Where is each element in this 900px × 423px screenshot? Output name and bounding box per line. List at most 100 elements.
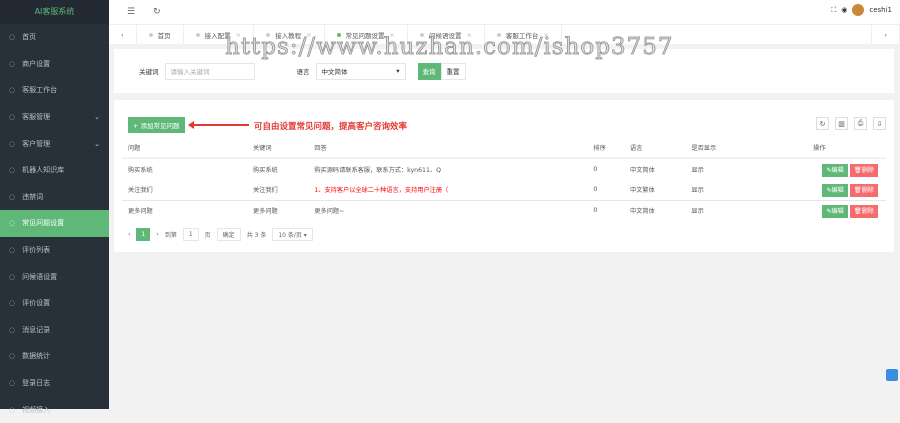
sidebar-item[interactable]: ◌ 视频接入 (0, 396, 109, 423)
edit-button[interactable]: ✎编辑 (822, 205, 848, 219)
cell-sort: 0 (587, 179, 625, 201)
tab-dot (195, 32, 200, 37)
tab[interactable]: 首页 (137, 25, 184, 44)
keyword-label: 关键词 (139, 68, 159, 76)
globe-icon[interactable]: ◉ (841, 6, 847, 14)
sidebar-item[interactable]: ◌ 常见问题设置 (0, 210, 109, 237)
app-logo: AI客服系统 (0, 0, 109, 24)
column-header: 语言 (624, 138, 686, 159)
sidebar-item[interactable]: ◌ 评价设置 (0, 290, 109, 317)
tab-dot (419, 32, 424, 37)
language-label: 语言 (296, 68, 310, 76)
record-icon: ◌ (9, 325, 16, 334)
sidebar-item[interactable]: ◌ 登录日志 (0, 370, 109, 397)
sidebar-item-label: 评价设置 (22, 299, 51, 308)
tab[interactable]: 接入配置 × (184, 25, 255, 44)
tab[interactable]: 问候语设置 × (408, 25, 485, 44)
shield-icon: ◌ (9, 192, 16, 201)
tab-label: 接入配置 (204, 31, 231, 40)
goto-input[interactable]: 1 (182, 228, 199, 241)
user-icon: ◌ (9, 113, 16, 122)
print-icon[interactable]: ⎙ (854, 117, 867, 130)
sidebar-item[interactable]: ◌ 机器人知识库 (0, 157, 109, 184)
tab-dot (148, 32, 153, 37)
keyword-input[interactable]: 请输入关键词 (164, 62, 255, 80)
tab-dot (336, 32, 341, 37)
close-icon[interactable]: × (543, 31, 548, 39)
column-header: 回答 (308, 138, 588, 159)
cell-answer: 1、支持客户以全球二十种语言，支持用户注册（ (308, 179, 588, 201)
star-icon: ◌ (9, 299, 16, 308)
columns-icon[interactable]: ▥ (835, 117, 848, 130)
language-select[interactable]: 中文简体 ▾ (315, 62, 406, 80)
cell-answer: 更多问题~ (314, 208, 345, 216)
prev-page[interactable]: ‹ (128, 231, 130, 238)
edit-button[interactable]: ✎编辑 (822, 163, 848, 177)
sidebar-item[interactable]: ◌ 商户设置 (0, 51, 109, 78)
close-icon[interactable]: × (306, 31, 311, 39)
tab-label: 问候语设置 (428, 31, 462, 40)
tab-prev[interactable]: ‹ (109, 25, 137, 44)
gear-icon: ◌ (9, 59, 16, 68)
cell-question: 更多问题 (128, 208, 153, 216)
tab[interactable]: 常见问题设置 × (325, 25, 408, 44)
sidebar-item-label: 商户设置 (22, 59, 51, 68)
question-icon: ◌ (9, 219, 16, 228)
reset-button[interactable]: 重置 (440, 62, 466, 80)
sidebar-item[interactable]: ◌ 数据统计 (0, 343, 109, 370)
cell-visible: 显示 (691, 208, 704, 216)
refresh-icon[interactable]: ↻ (816, 117, 829, 130)
close-icon[interactable]: × (390, 31, 395, 39)
cell-actions: ✎编辑 🗑删除 (747, 158, 886, 179)
fullscreen-icon[interactable]: ⛶ (831, 6, 836, 15)
sidebar-item[interactable]: ◌ 消息记录 (0, 317, 109, 344)
delete-button[interactable]: 🗑删除 (849, 205, 878, 219)
tab[interactable]: 客服工作台 × (485, 25, 562, 44)
home-icon: ◌ (9, 33, 16, 42)
refresh-icon[interactable]: ↻ (153, 7, 161, 17)
sidebar-item[interactable]: ◌ 评价列表 (0, 237, 109, 264)
tab[interactable]: 接入教程 × (254, 25, 325, 44)
column-header: 操作 (746, 138, 886, 159)
column-header: 问题 (122, 138, 247, 159)
export-icon[interactable]: ⇩ (873, 117, 886, 130)
sidebar-item[interactable]: ◌ 问候语设置 (0, 263, 109, 290)
users-icon: ◌ (9, 139, 16, 148)
gear-icon: ◌ (9, 86, 16, 95)
cell-question: 关注我们 (122, 179, 247, 201)
search-button[interactable]: 查询 (417, 62, 441, 80)
chart-icon: ◌ (9, 352, 16, 361)
sidebar-item[interactable]: ◌ 首页 (0, 24, 109, 51)
edit-button[interactable]: ✎编辑 (822, 183, 848, 197)
annotation-note: 可自由设置常见问题，提高客户咨询效率 (254, 122, 408, 132)
message-icon: ◌ (9, 272, 16, 281)
user-menu[interactable]: ⛶ ◉ ceshi1 (831, 4, 892, 16)
goto-label: 到第 (164, 232, 177, 239)
menu-toggle-icon[interactable]: ☰ (127, 7, 135, 17)
page-size-select[interactable]: 10 条/页 ▾ (272, 228, 313, 241)
cell-language: 中文繁体 (624, 179, 686, 201)
sidebar: AI客服系统 ◌ 首页 ◌ 商户设置 ◌ 客服工作台 ◌ 客服管理 ⌄ ◌ 客户管理 ⌄ ◌ 机器人知识库… (0, 0, 109, 414)
username: ceshi1 (869, 6, 892, 14)
delete-button[interactable]: 🗑删除 (849, 163, 878, 177)
thumb-icon: ◌ (9, 246, 16, 255)
chat-float-icon[interactable] (886, 369, 898, 381)
close-icon[interactable]: × (466, 31, 471, 39)
sidebar-item[interactable]: ◌ 客服管理 ⌄ (0, 104, 109, 131)
next-page[interactable]: › (156, 231, 158, 238)
sidebar-item[interactable]: ◌ 违禁词 (0, 184, 109, 211)
delete-button[interactable]: 🗑删除 (849, 183, 878, 197)
log-icon: ◌ (9, 379, 16, 388)
add-faq-button[interactable]: + 添加常见问题 (128, 117, 185, 133)
confirm-button[interactable]: 确定 (216, 228, 241, 241)
page-unit: 页 (204, 232, 211, 239)
column-header: 关键词 (247, 138, 309, 159)
robot-icon: ◌ (9, 166, 16, 175)
close-icon[interactable]: × (236, 31, 241, 39)
sidebar-item[interactable]: ◌ 客服工作台 (0, 77, 109, 104)
tab-next[interactable]: › (871, 25, 900, 44)
chevron-down-icon: ▾ (396, 67, 400, 75)
page-1[interactable]: 1 (136, 228, 151, 241)
sidebar-item-label: 违禁词 (22, 192, 44, 201)
sidebar-item[interactable]: ◌ 客户管理 ⌄ (0, 130, 109, 157)
